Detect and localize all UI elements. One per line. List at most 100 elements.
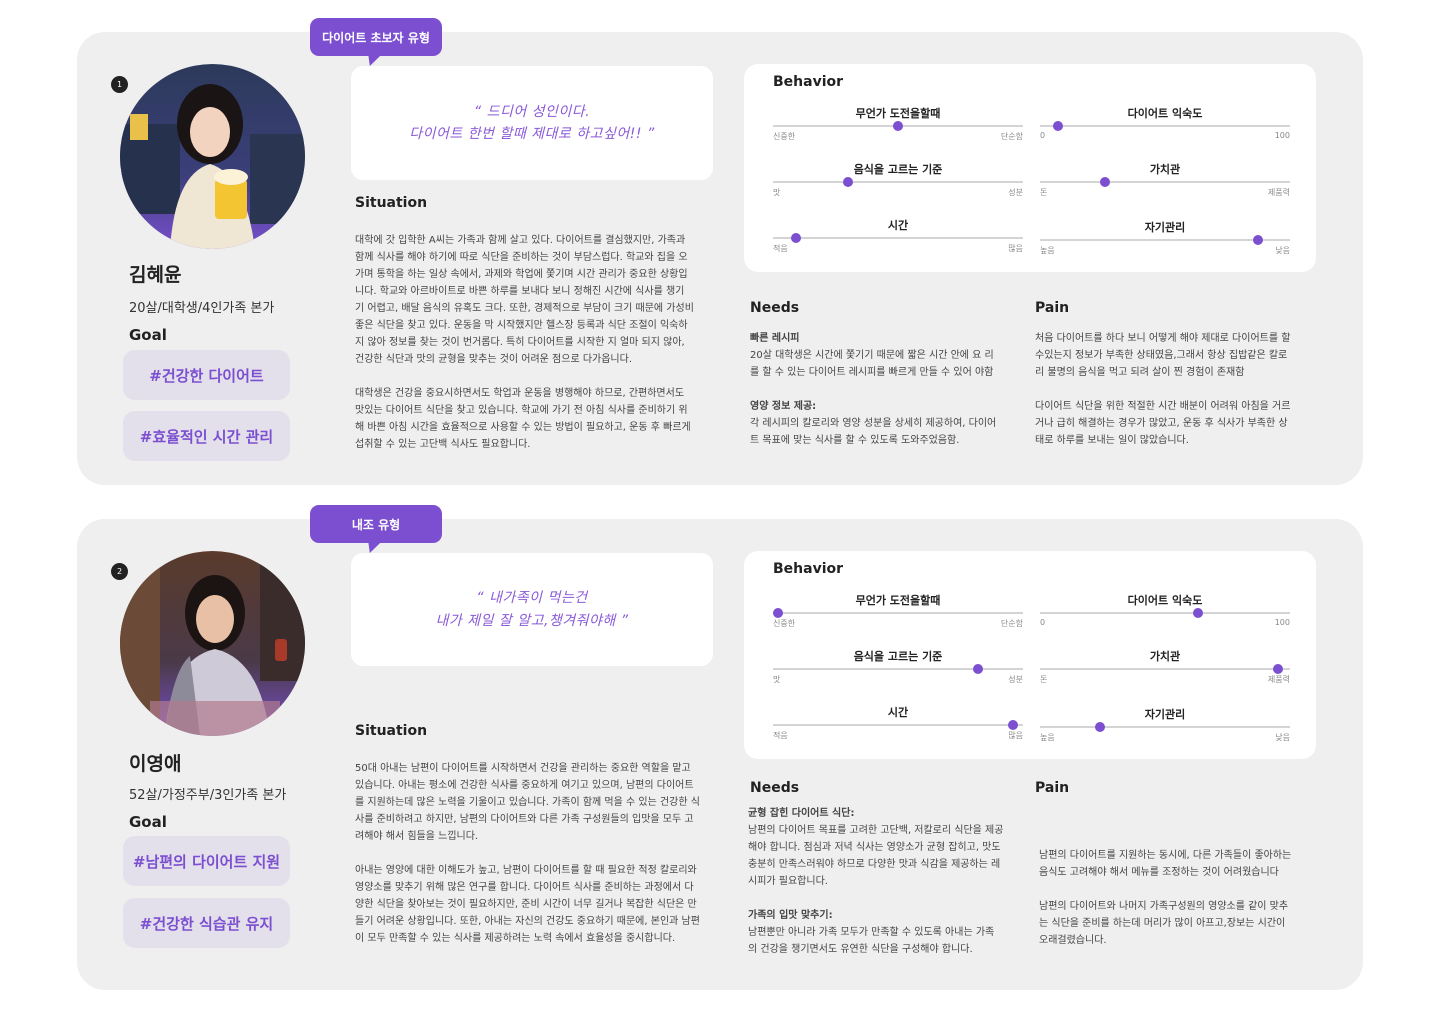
slider-label: 가치관: [1149, 650, 1181, 663]
situation-text: 대학에 갓 입학한 A씨는 가족과 함께 살고 있다. 다이어트를 결심했지만,…: [355, 235, 694, 450]
behavior-slider: 가치관 돈 제품력: [1040, 161, 1290, 205]
slider-label: 가치관: [1149, 163, 1181, 176]
slider-label: 음식을 고르는 기준: [853, 163, 943, 176]
persona-type-badge: 다이어트 초보자 유형: [310, 18, 442, 66]
slider-min-label: 맛: [773, 188, 781, 197]
goal-tag: #건강한 식습관 유지: [123, 898, 290, 948]
behavior-slider: 시간 적음 많음: [773, 217, 1023, 261]
slider-track: [773, 233, 1023, 243]
slider-max-label: 많음: [1008, 244, 1023, 253]
need-text: 각 레시피의 칼로리와 영양 성분을 상세히 제공하여, 다이어 트 목표에 맞…: [750, 418, 997, 446]
slider-handle: [1100, 177, 1110, 187]
behavior-slider: 시간 적음 많음: [773, 704, 1023, 748]
persona-info: 52살/가정주부/3인가족 본가: [129, 788, 287, 803]
needs-title: Needs: [750, 300, 800, 316]
slider-handle: [773, 608, 783, 618]
slider-max-label: 제품력: [1267, 675, 1290, 684]
slider-handle: [1095, 722, 1105, 732]
pain-title: Pain: [1035, 780, 1070, 796]
persona-number: 2: [111, 563, 128, 580]
need-text: 남편뿐만 아니라 가족 모두가 만족할 수 있도록 아내는 가족 의 건강을 챙…: [748, 927, 995, 955]
needs-title: Needs: [750, 780, 800, 796]
slider-label: 시간: [887, 706, 909, 719]
slider-label: 무언가 도전을할때: [855, 107, 941, 120]
slider-handle: [1192, 608, 1203, 618]
slider-min-label: 적음: [773, 244, 788, 253]
slider-handle: [1008, 720, 1018, 730]
slider-max-label: 제품력: [1267, 188, 1290, 197]
behavior-slider: 다이어트 익숙도 0 100: [1040, 592, 1290, 636]
slider-max-label: 낮음: [1275, 733, 1290, 742]
badge-tail: [363, 54, 383, 66]
slider-handle: [1272, 664, 1283, 674]
avatar: [120, 551, 305, 736]
slider-track: [773, 121, 1023, 131]
slider-min-label: 적음: [773, 731, 788, 740]
avatar: [120, 64, 305, 249]
quote-box: “ 내가족이 먹는건 내가 제일 잘 알고,챙겨줘야해 ”: [351, 553, 713, 666]
slider-track: [1040, 664, 1290, 674]
slider-max-label: 성분: [1008, 188, 1023, 197]
need-heading: 빠른 레시피: [750, 333, 800, 344]
behavior-title: Behavior: [773, 74, 844, 90]
quote-line: 다이어트 한번 할때 제대로 하고싶어!! ”: [409, 126, 655, 142]
slider-track: [773, 177, 1023, 187]
slider-label: 음식을 고르는 기준: [853, 650, 943, 663]
slider-handle: [1052, 121, 1063, 131]
situation-title: Situation: [355, 723, 428, 739]
slider-track: [1040, 177, 1290, 187]
goal-tag: #건강한 다이어트: [123, 350, 290, 400]
slider-min-label: 돈: [1040, 675, 1048, 684]
slider-min-label: 맛: [773, 675, 781, 684]
slider-max-label: 단순함: [1000, 132, 1023, 141]
goal-label: Goal: [129, 813, 167, 831]
slider-max-label: 100: [1274, 618, 1290, 627]
slider-label: 다이어트 익숙도: [1127, 107, 1203, 120]
need-text: 남편의 다이어트 목표를 고려한 고단백, 저칼로리 식단을 제공 해야 합니다…: [748, 825, 1004, 887]
situation-title: Situation: [355, 195, 428, 211]
slider-track: [1040, 608, 1290, 618]
slider-label: 시간: [887, 219, 909, 232]
slider-min-label: 0: [1040, 131, 1046, 140]
behavior-slider: 가치관 돈 제품력: [1040, 648, 1290, 692]
slider-handle: [973, 664, 983, 674]
slider-track: [773, 720, 1023, 730]
slider-track: [1040, 121, 1290, 131]
persona-card-2: 내조 유형 2 이영애 52살/가정주부/3인가족 본가 Goal #남편의 다…: [77, 505, 1363, 990]
slider-track: [773, 664, 1023, 674]
quote-line: 내가 제일 잘 알고,챙겨줘야해 ”: [435, 612, 629, 629]
pain-text: 남편의 다이어트를 지원하는 동시에, 다른 가족들이 좋아하는 음식도 고려해…: [1039, 850, 1292, 946]
behavior-title: Behavior: [773, 561, 844, 577]
badge-label: 다이어트 초보자 유형: [322, 30, 430, 45]
slider-min-label: 신중한: [773, 132, 796, 141]
behavior-panel: Behavior 무언가 도전을할때 신중한 단순함 다이어트 익숙도 0 10…: [744, 551, 1316, 759]
slider-handle: [1252, 235, 1263, 245]
slider-max-label: 성분: [1008, 675, 1023, 684]
slider-label: 다이어트 익숙도: [1127, 594, 1203, 607]
slider-label: 자기관리: [1144, 708, 1186, 721]
slider-label: 자기관리: [1144, 221, 1186, 234]
pain-title: Pain: [1035, 300, 1070, 316]
goal-tag: #남편의 다이어트 지원: [123, 836, 290, 886]
slider-max-label: 낮음: [1275, 246, 1290, 255]
need-text: 20살 대학생은 시간에 쫓기기 때문에 짧은 시간 안에 요 리 를 할 수 …: [750, 350, 994, 378]
need-heading: 균형 잡힌 다이어트 식단:: [748, 808, 855, 819]
slider-handle: [790, 233, 801, 243]
slider-max-label: 단순함: [1000, 619, 1023, 628]
slider-label: 무언가 도전을할때: [855, 594, 941, 607]
behavior-slider: 무언가 도전을할때 신중한 단순함: [773, 105, 1023, 149]
slider-max-label: 많음: [1008, 731, 1023, 740]
slider-track: [1040, 722, 1290, 732]
quote-line: “ 내가족이 먹는건: [476, 590, 588, 607]
need-heading: 영양 정보 제공:: [750, 401, 817, 412]
slider-track: [1040, 235, 1290, 245]
quote-line: “ 드디어 성인이다.: [473, 103, 591, 120]
persona-info: 20살/대학생/4인가족 본가: [129, 301, 275, 316]
situation-text: 50대 아내는 남편이 다이어트를 시작하면서 건강을 관리하는 중요한 역할을…: [355, 763, 700, 944]
slider-min-label: 돈: [1040, 188, 1048, 197]
slider-handle: [893, 121, 903, 131]
slider-min-label: 높음: [1040, 246, 1055, 255]
behavior-slider: 다이어트 익숙도 0 100: [1040, 105, 1290, 149]
avatar-photo-restaurant: [120, 551, 305, 736]
slider-min-label: 높음: [1040, 733, 1055, 742]
